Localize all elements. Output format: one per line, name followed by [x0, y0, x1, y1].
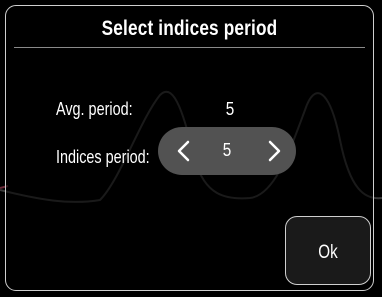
chevron-left-icon — [177, 140, 190, 162]
ok-button-label: Ok — [318, 242, 338, 263]
indices-period-value: 5 — [222, 140, 232, 160]
screen: Select indices period Avg. period: 5 Ind… — [0, 0, 382, 297]
indices-period-label: Indices period: — [56, 147, 150, 167]
decrement-button[interactable] — [162, 127, 202, 175]
dialog-title: Select indices period — [101, 17, 278, 40]
ok-button[interactable]: Ok — [285, 216, 371, 285]
chevron-right-icon — [268, 140, 281, 162]
indices-period-stepper: 5 — [158, 127, 296, 175]
avg-period-value: 5 — [225, 99, 235, 119]
title-divider — [14, 47, 365, 48]
increment-button[interactable] — [254, 127, 294, 175]
avg-period-label: Avg. period: — [56, 99, 133, 119]
